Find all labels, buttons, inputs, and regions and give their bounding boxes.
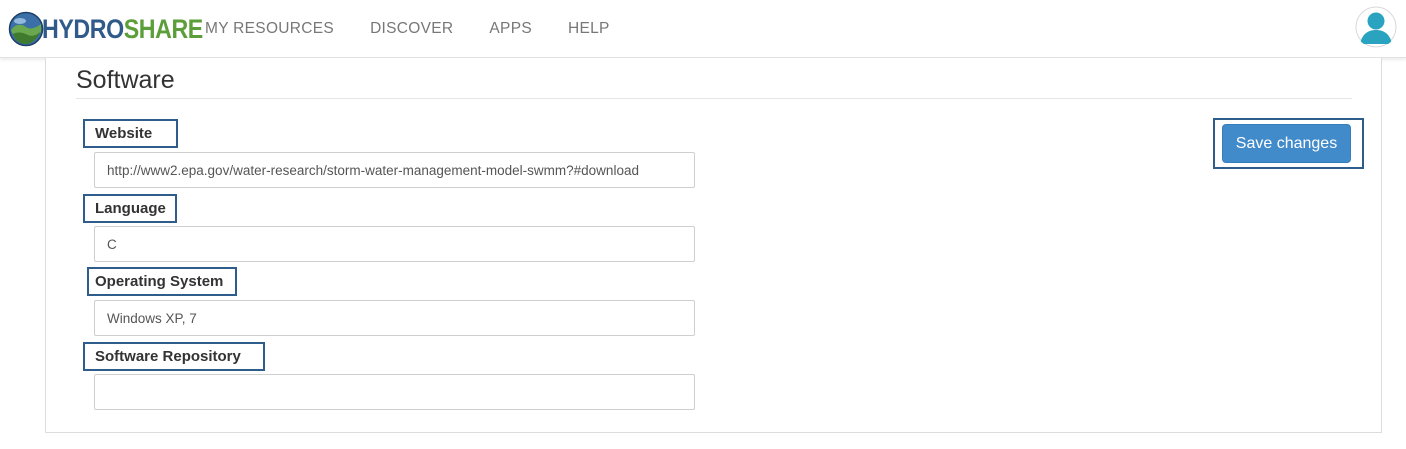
section-title: Software [76, 66, 175, 94]
nav-apps[interactable]: APPS [489, 20, 532, 38]
save-changes-button[interactable]: Save changes [1222, 124, 1351, 163]
user-avatar-icon [1355, 6, 1397, 48]
hydroshare-logo[interactable]: HYDROSHARE [8, 10, 229, 48]
nav-my-resources[interactable]: MY RESOURCES [205, 20, 334, 38]
language-label: Language [83, 194, 177, 223]
brand-name: HYDROSHARE [42, 14, 203, 45]
operating-system-label: Operating System [87, 267, 237, 296]
title-divider [76, 98, 1352, 99]
software-repository-field[interactable] [94, 374, 695, 410]
website-label: Website [83, 119, 178, 148]
nav-discover[interactable]: DISCOVER [370, 20, 453, 38]
software-repository-label: Software Repository [83, 342, 265, 371]
top-navbar: HYDROSHARE MY RESOURCES DISCOVER APPS HE… [0, 0, 1406, 58]
brand-name-part1: HYDRO [42, 13, 124, 44]
globe-logo-icon [8, 11, 44, 47]
brand-name-part2: SHARE [123, 13, 204, 44]
nav-help[interactable]: HELP [568, 20, 610, 38]
main-nav: MY RESOURCES DISCOVER APPS HELP [205, 0, 646, 58]
website-field[interactable] [94, 152, 695, 188]
user-avatar[interactable] [1355, 6, 1397, 48]
operating-system-field[interactable] [94, 300, 695, 336]
save-button-highlight: Save changes [1213, 118, 1364, 169]
language-field[interactable] [94, 226, 695, 262]
